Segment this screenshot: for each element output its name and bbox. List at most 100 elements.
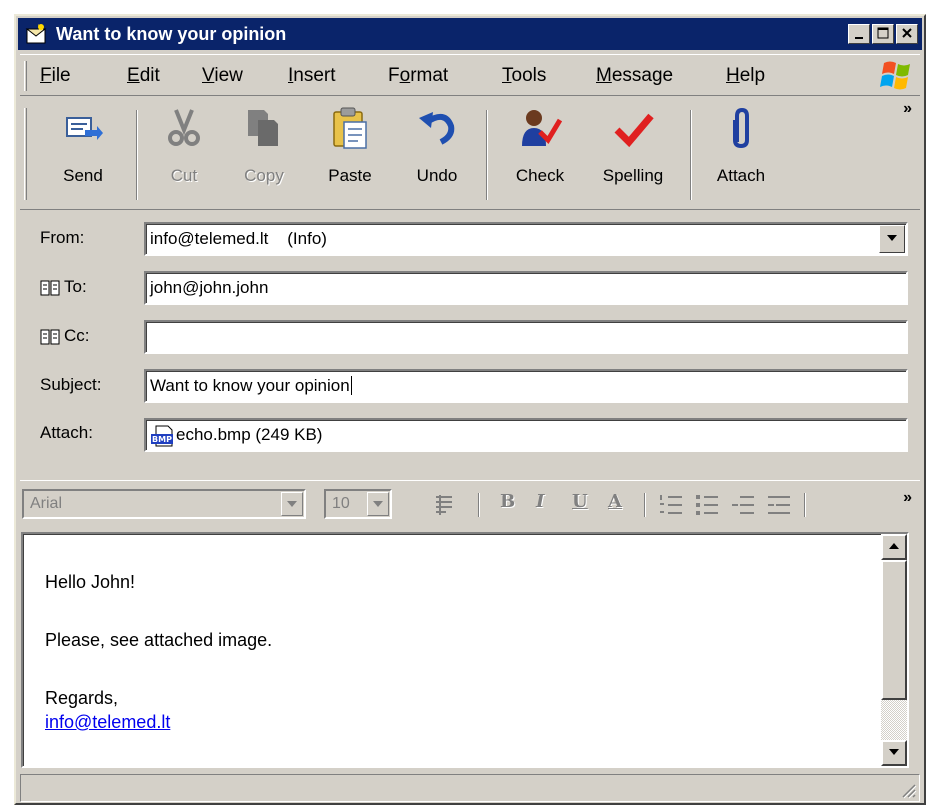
cc-label: Cc:	[64, 326, 90, 345]
spelling-button[interactable]: Spelling	[586, 98, 680, 208]
new-message-icon	[25, 24, 47, 44]
cc-field[interactable]	[144, 320, 908, 354]
bullet-list-icon[interactable]	[694, 493, 720, 517]
to-button[interactable]: To:	[40, 277, 87, 297]
attach-field-label: Attach:	[40, 423, 93, 442]
to-field[interactable]: john@john.john	[144, 271, 908, 305]
scroll-down-button[interactable]	[881, 740, 907, 766]
attach-button[interactable]: Attach	[700, 98, 782, 208]
minimize-button[interactable]	[848, 24, 870, 44]
vertical-scrollbar[interactable]	[881, 534, 907, 766]
paperclip-icon	[733, 107, 749, 149]
window-title: Want to know your opinion	[56, 24, 287, 44]
font-size-value: 10	[332, 495, 350, 512]
from-dropdown-button[interactable]	[879, 225, 905, 253]
size-dropdown-button[interactable]	[367, 492, 389, 516]
menu-edit[interactable]: Edit	[127, 65, 160, 87]
body-greeting: Hello John!	[45, 572, 136, 592]
undo-label: Undo	[416, 166, 458, 185]
menu-format[interactable]: Format	[388, 65, 448, 87]
maximize-icon	[877, 27, 889, 39]
send-icon	[66, 117, 103, 140]
subject-label: Subject:	[40, 375, 102, 394]
chevron-down-icon	[373, 501, 383, 507]
to-value: john@john.john	[150, 278, 269, 297]
chevron-down-icon	[287, 501, 297, 507]
address-book-icon	[40, 280, 60, 296]
toolbar-separator	[486, 110, 488, 200]
paragraph-style-icon[interactable]	[432, 493, 460, 519]
attachment-field[interactable]: BMP echo.bmp (249 KB)	[144, 418, 908, 452]
menu-tools[interactable]: Tools	[502, 65, 546, 87]
check-label: Check	[515, 166, 565, 185]
paste-button[interactable]: Paste	[310, 98, 390, 208]
font-name-value: Arial	[30, 495, 63, 512]
attachment-item[interactable]: BMP echo.bmp (249 KB)	[150, 425, 323, 447]
from-select[interactable]: info@telemed.lt (Info)	[144, 222, 908, 256]
numbered-list-icon[interactable]	[658, 493, 684, 517]
copy-label: Copy	[244, 166, 284, 185]
cc-button[interactable]: Cc:	[40, 326, 90, 346]
to-label: To:	[64, 277, 87, 296]
status-bar	[20, 774, 920, 802]
chevron-down-icon	[887, 235, 897, 241]
resize-grip-icon[interactable]	[899, 781, 917, 799]
underline-button[interactable]: U	[572, 491, 588, 512]
arrow-up-icon	[889, 543, 899, 549]
bold-button[interactable]: B	[500, 491, 515, 512]
toolbar-separator	[136, 110, 138, 200]
menu-grip[interactable]	[24, 61, 27, 91]
attachment-name: echo.bmp (249 KB)	[176, 425, 323, 445]
menu-message[interactable]: Message	[596, 65, 673, 87]
bmp-file-icon: BMP	[151, 425, 173, 447]
menu-insert[interactable]: Insert	[288, 65, 336, 87]
maximize-button[interactable]	[872, 24, 894, 44]
windows-logo-icon	[880, 61, 910, 90]
spelling-check-icon	[614, 113, 654, 148]
from-value: info@telemed.lt (Info)	[150, 229, 327, 248]
font-dropdown-button[interactable]	[281, 492, 303, 516]
menu-bar: File Edit View Insert Format Tools Messa…	[20, 54, 920, 96]
close-icon	[902, 28, 912, 38]
arrow-down-icon	[889, 749, 899, 755]
scissors-icon	[168, 109, 200, 146]
send-button[interactable]: Send	[38, 98, 128, 208]
format-overflow-button[interactable]: »	[903, 489, 912, 507]
cut-label: Cut	[170, 166, 198, 185]
check-names-button[interactable]: Check	[498, 98, 582, 208]
message-body[interactable]: Hello John! Please, see attached image. …	[21, 532, 909, 768]
copy-button[interactable]: Copy	[226, 98, 302, 208]
compose-window: Want to know your opinion File Edit View…	[14, 14, 926, 805]
close-button[interactable]	[896, 24, 918, 44]
subject-field[interactable]: Want to know your opinion	[144, 369, 908, 403]
font-color-button[interactable]: A	[608, 491, 622, 512]
menu-help[interactable]: Help	[726, 65, 765, 87]
menu-file[interactable]: File	[40, 65, 71, 87]
italic-button[interactable]: I	[536, 491, 544, 512]
menu-view[interactable]: View	[202, 65, 243, 87]
from-label: From:	[40, 228, 85, 247]
toolbar-separator	[690, 110, 692, 200]
send-label: Send	[63, 166, 103, 185]
title-bar[interactable]: Want to know your opinion	[18, 18, 922, 50]
toolbar-grip[interactable]	[24, 108, 27, 200]
undo-icon	[419, 112, 455, 145]
font-name-select[interactable]: Arial	[22, 489, 306, 519]
scroll-thumb[interactable]	[881, 560, 907, 700]
signature-link[interactable]: info@telemed.lt	[45, 712, 170, 733]
font-size-select[interactable]: 10	[324, 489, 392, 519]
spelling-label: Spelling	[602, 166, 664, 185]
toolbar-overflow-button[interactable]: »	[903, 100, 912, 118]
formatting-toolbar: Arial 10 B I U A »	[20, 480, 920, 524]
increase-indent-icon[interactable]	[766, 493, 792, 517]
scroll-up-button[interactable]	[881, 534, 907, 560]
format-separator	[644, 493, 646, 517]
copy-icon	[248, 110, 278, 146]
cut-button[interactable]: Cut	[148, 98, 220, 208]
attach-label: Attach	[716, 166, 766, 185]
undo-button[interactable]: Undo	[398, 98, 476, 208]
decrease-indent-icon[interactable]	[730, 493, 756, 517]
subject-value: Want to know your opinion	[150, 376, 350, 395]
svg-text:BMP: BMP	[152, 435, 172, 444]
text-cursor	[350, 376, 352, 395]
